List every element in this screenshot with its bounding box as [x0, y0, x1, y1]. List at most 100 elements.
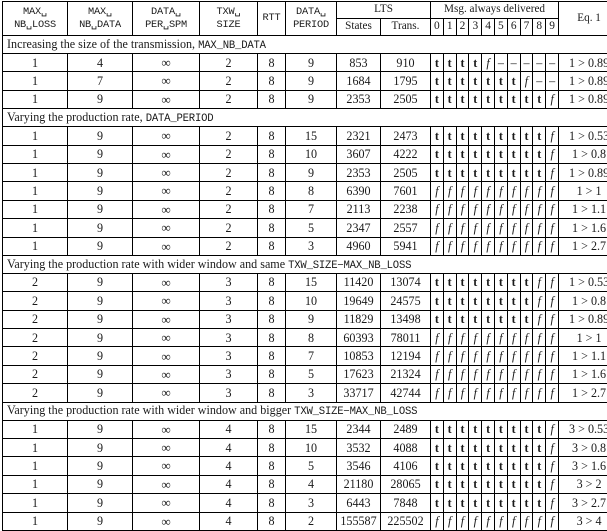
cell-msg-delivered-8: –: [533, 54, 546, 72]
cell-msg-delivered-1: t: [443, 145, 456, 163]
cell-data-per-spm: ∞: [133, 475, 200, 493]
cell-lts-trans: 1795: [381, 72, 431, 90]
cell-max-nb-loss: 1: [3, 512, 68, 530]
cell-msg-delivered-6: f: [507, 365, 520, 383]
cell-msg-delivered-4: t: [482, 145, 495, 163]
cell-max-nb-loss: 1: [3, 475, 68, 493]
cell-msg-delivered-0: t: [431, 163, 444, 181]
cell-msg-delivered-1: t: [443, 54, 456, 72]
cell-msg-delivered-2: f: [456, 329, 469, 347]
cell-msg-delivered-7: t: [520, 439, 533, 457]
cell-lts-trans: 2505: [381, 90, 431, 108]
cell-msg-delivered-4: t: [482, 292, 495, 310]
cell-data-per-spm: ∞: [133, 329, 200, 347]
cell-msg-delivered-9: f: [546, 292, 559, 310]
cell-msg-delivered-7: t: [520, 273, 533, 291]
cell-lts-trans: 13498: [381, 310, 431, 328]
cell-msg-delivered-7: f: [520, 384, 533, 402]
cell-txw-size: 2: [200, 200, 258, 218]
cell-msg-delivered-4: t: [482, 439, 495, 457]
cell-txw-size: 3: [200, 365, 258, 383]
cell-msg-delivered-5: f: [494, 182, 507, 200]
table-row: 19∞28523472557ffffffffff1 > 1.6: [3, 219, 607, 237]
cell-data-per-spm: ∞: [133, 127, 200, 145]
cell-eq-1: 3 > 4: [559, 512, 607, 530]
cell-msg-delivered-5: f: [494, 329, 507, 347]
cell-txw-size: 2: [200, 145, 258, 163]
cell-msg-delivered-3: t: [469, 292, 482, 310]
cell-msg-delivered-3: f: [469, 512, 482, 530]
cell-msg-delivered-3: f: [469, 329, 482, 347]
cell-data-period: 7: [286, 200, 337, 218]
cell-msg-delivered-0: t: [431, 54, 444, 72]
cell-lts-trans: 7848: [381, 494, 431, 512]
cell-max-nb-loss: 2: [3, 365, 68, 383]
cell-msg-delivered-7: t: [520, 475, 533, 493]
cell-rtt: 8: [258, 384, 286, 402]
cell-max-nb-data: 9: [68, 494, 133, 512]
cell-lts-states: 33717: [337, 384, 381, 402]
cell-msg-delivered-6: t: [507, 457, 520, 475]
cell-lts-trans: 4088: [381, 439, 431, 457]
cell-msg-delivered-6: t: [507, 439, 520, 457]
cell-msg-delivered-3: t: [469, 72, 482, 90]
cell-msg-delivered-9: –: [546, 54, 559, 72]
cell-msg-delivered-1: t: [443, 90, 456, 108]
col-header-msg-index-8: 8: [533, 19, 546, 36]
cell-msg-delivered-4: f: [482, 54, 495, 72]
cell-rtt: 8: [258, 292, 286, 310]
cell-msg-delivered-5: t: [494, 420, 507, 438]
cell-msg-delivered-8: f: [533, 273, 546, 291]
section-title: Increasing the size of the transmission,…: [3, 36, 607, 54]
cell-msg-delivered-4: f: [482, 384, 495, 402]
cell-data-per-spm: ∞: [133, 494, 200, 512]
cell-eq-1: 1 > 0.8: [559, 292, 607, 310]
cell-msg-delivered-3: f: [469, 237, 482, 255]
cell-msg-delivered-8: t: [533, 420, 546, 438]
cell-msg-delivered-1: f: [443, 512, 456, 530]
cell-msg-delivered-6: f: [507, 182, 520, 200]
cell-msg-delivered-8: t: [533, 127, 546, 145]
cell-msg-delivered-4: f: [482, 219, 495, 237]
cell-msg-delivered-0: f: [431, 182, 444, 200]
cell-max-nb-data: 9: [68, 182, 133, 200]
cell-lts-states: 17623: [337, 365, 381, 383]
cell-msg-delivered-5: t: [494, 163, 507, 181]
cell-msg-delivered-0: t: [431, 439, 444, 457]
cell-msg-delivered-0: f: [431, 365, 444, 383]
cell-msg-delivered-0: t: [431, 494, 444, 512]
cell-lts-states: 3607: [337, 145, 381, 163]
cell-eq-1: 1 > 0.53: [559, 127, 607, 145]
cell-max-nb-loss: 1: [3, 54, 68, 72]
cell-msg-delivered-4: t: [482, 494, 495, 512]
cell-msg-delivered-2: t: [456, 127, 469, 145]
section-title-text: Varying the production rate with wider w…: [7, 257, 288, 271]
cell-txw-size: 4: [200, 439, 258, 457]
cell-msg-delivered-3: f: [469, 200, 482, 218]
table-row: 19∞28863907601ffffffffff1 > 1: [3, 182, 607, 200]
col-header-max-nb-data: MAX␣NB␣DATA: [68, 2, 133, 36]
cell-lts-states: 2321: [337, 127, 381, 145]
cell-msg-delivered-1: f: [443, 384, 456, 402]
cell-rtt: 8: [258, 200, 286, 218]
cell-max-nb-loss: 1: [3, 163, 68, 181]
cell-msg-delivered-9: f: [546, 420, 559, 438]
cell-lts-trans: 4222: [381, 145, 431, 163]
section-title-text: Increasing the size of the transmission,: [7, 37, 198, 51]
cell-lts-states: 3532: [337, 439, 381, 457]
cell-msg-delivered-6: t: [507, 163, 520, 181]
cell-lts-trans: 2238: [381, 200, 431, 218]
cell-max-nb-data: 4: [68, 54, 133, 72]
cell-msg-delivered-7: t: [520, 292, 533, 310]
cell-rtt: 8: [258, 494, 286, 512]
cell-eq-1: 3 > 1.6: [559, 457, 607, 475]
cell-lts-trans: 12194: [381, 347, 431, 365]
table-row: 19∞48535464106tttttttttf3 > 1.6: [3, 457, 607, 475]
experiment-results-table: MAX␣NB␣LOSSMAX␣NB␣DATADATA␣PER␣SPMTXW␣SI…: [2, 1, 607, 531]
cell-max-nb-data: 9: [68, 292, 133, 310]
cell-msg-delivered-7: t: [520, 494, 533, 512]
cell-data-per-spm: ∞: [133, 72, 200, 90]
cell-data-per-spm: ∞: [133, 200, 200, 218]
cell-data-period: 2: [286, 512, 337, 530]
cell-max-nb-data: 9: [68, 420, 133, 438]
